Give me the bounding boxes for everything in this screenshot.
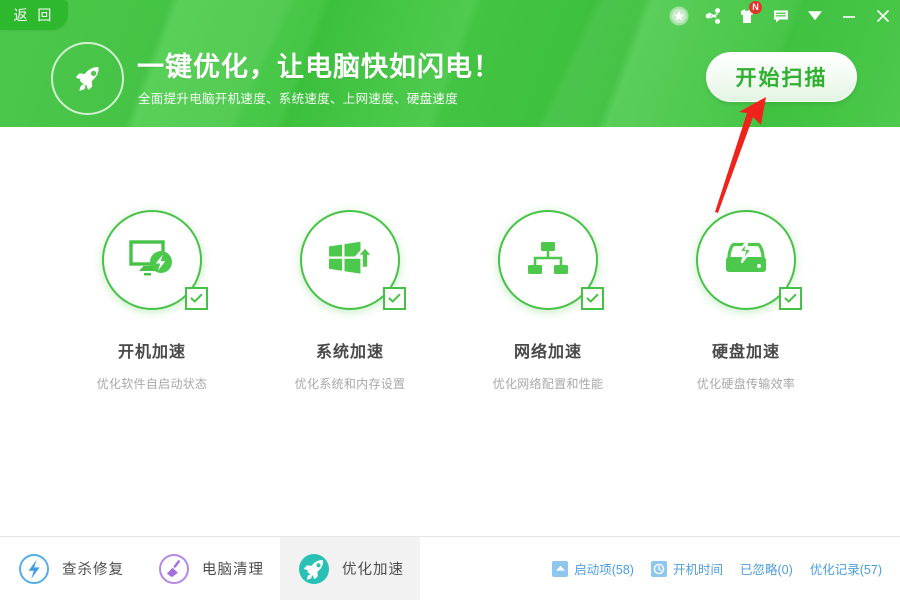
minimize-button[interactable] (832, 0, 866, 32)
feature-card-boot[interactable]: 开机加速 优化软件自启动状态 (53, 210, 251, 392)
chevron-down-icon (805, 7, 825, 25)
nav-tab-scan-repair[interactable]: 查杀修复 (0, 537, 140, 600)
feature-title: 硬盘加速 (712, 338, 780, 362)
message-icon (772, 7, 790, 25)
feature-card-disk[interactable]: 硬盘加速 优化硬盘传输效率 (647, 210, 845, 392)
feature-grid: 开机加速 优化软件自启动状态 (0, 210, 900, 392)
check-icon (784, 293, 797, 304)
feature-card-network[interactable]: 网络加速 优化网络配置和性能 (449, 210, 647, 392)
quick-link-label: 已忽略(0) (740, 559, 793, 578)
feature-checkbox[interactable] (779, 287, 802, 310)
back-button[interactable]: 返 回 (0, 0, 68, 30)
close-icon (874, 7, 892, 25)
check-icon (190, 293, 203, 304)
share-icon (704, 7, 722, 25)
close-button[interactable] (866, 0, 900, 32)
check-icon (388, 293, 401, 304)
nav-tabs: 查杀修复 电脑清理 (0, 537, 420, 600)
feature-card-system[interactable]: 系统加速 优化系统和内存设置 (251, 210, 449, 392)
quick-link-startup-items[interactable]: 启动项(58) (552, 559, 634, 578)
feature-desc: 优化硬盘传输效率 (697, 375, 795, 392)
feature-icon-wrap (300, 210, 400, 310)
feature-checkbox[interactable] (185, 287, 208, 310)
medal-button[interactable] (662, 0, 696, 32)
rocket-icon (68, 59, 108, 99)
monitor-boost-icon (124, 235, 180, 285)
chevron-up-square-icon (552, 561, 568, 577)
titlebar: N (662, 0, 900, 32)
rocket-icon (296, 551, 332, 587)
quick-link-boot-time[interactable]: 开机时间 (651, 559, 723, 578)
header-rocket-badge (51, 42, 124, 115)
broom-icon (156, 551, 192, 587)
nav-tab-label: 电脑清理 (202, 558, 264, 579)
quick-links: 启动项(58) 开机时间 已忽略(0) 优化记录(57) (552, 537, 882, 600)
quick-link-optimize-history[interactable]: 优化记录(57) (810, 559, 882, 578)
nav-tab-label: 查杀修复 (62, 558, 124, 579)
disk-boost-icon (718, 238, 774, 282)
quick-link-ignored[interactable]: 已忽略(0) (740, 559, 793, 578)
header-banner: 返 回 一键优化，让电脑快如闪电！ 全面提升电脑开机速度、系统速度、上网速度、硬… (0, 0, 900, 127)
page-title: 一键优化，让电脑快如闪电！ (137, 45, 501, 84)
start-scan-button[interactable]: 开始扫描 (706, 52, 857, 102)
feature-desc: 优化软件自启动状态 (97, 375, 208, 392)
feature-title: 网络加速 (514, 338, 582, 362)
feature-title: 开机加速 (118, 338, 186, 362)
page-subtitle: 全面提升电脑开机速度、系统速度、上网速度、硬盘速度 (138, 88, 458, 107)
nav-tab-label: 优化加速 (342, 558, 404, 579)
nav-tab-pc-clean[interactable]: 电脑清理 (140, 537, 280, 600)
main-menu-button[interactable] (798, 0, 832, 32)
nav-tab-optimize[interactable]: 优化加速 (280, 537, 420, 600)
feature-title: 系统加速 (316, 338, 384, 362)
app-window: 返 回 一键优化，让电脑快如闪电！ 全面提升电脑开机速度、系统速度、上网速度、硬… (0, 0, 900, 600)
feedback-button[interactable] (764, 0, 798, 32)
quick-link-label: 优化记录(57) (810, 559, 882, 578)
medal-icon (668, 5, 690, 27)
bottom-bar: 查杀修复 电脑清理 (0, 537, 900, 600)
quick-link-label: 启动项(58) (574, 559, 634, 578)
skin-new-badge: N (749, 1, 762, 14)
minimize-icon (840, 7, 858, 25)
skin-button[interactable]: N (730, 0, 764, 32)
feature-icon-wrap (696, 210, 796, 310)
feature-icon-wrap (498, 210, 598, 310)
feature-checkbox[interactable] (383, 287, 406, 310)
shield-bolt-icon (16, 551, 52, 587)
feature-desc: 优化网络配置和性能 (493, 375, 604, 392)
check-icon (586, 293, 599, 304)
share-button[interactable] (696, 0, 730, 32)
quick-link-label: 开机时间 (673, 559, 723, 578)
windows-boost-icon (323, 236, 377, 284)
clock-icon (651, 561, 667, 577)
feature-checkbox[interactable] (581, 287, 604, 310)
feature-icon-wrap (102, 210, 202, 310)
network-boost-icon (523, 237, 573, 283)
feature-desc: 优化系统和内存设置 (295, 375, 406, 392)
